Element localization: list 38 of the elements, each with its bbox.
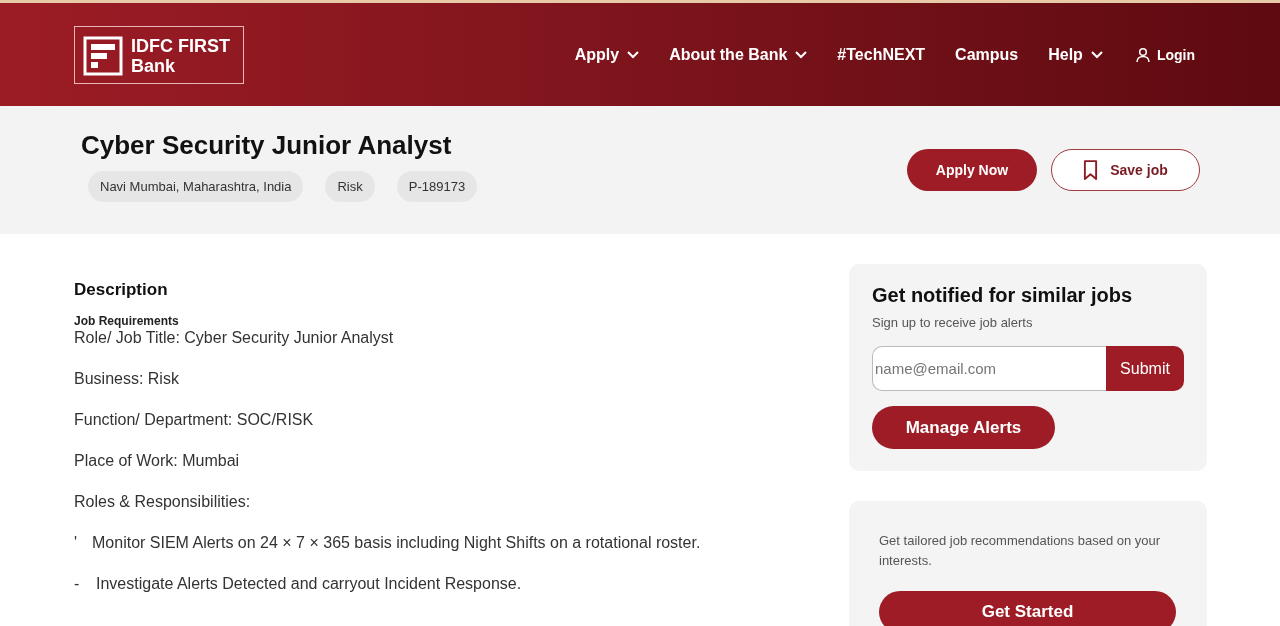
bullet-marker: ' xyxy=(74,533,78,552)
nav-link[interactable]: #TechNEXT xyxy=(837,45,926,64)
section-subheading: Job Requirements xyxy=(74,314,180,328)
nav-link[interactable]: Apply xyxy=(574,45,640,64)
description-text: Role/ Job Title: Cyber Security Junior Analyst xyxy=(74,328,395,347)
apply-now-button[interactable]: Apply Now xyxy=(907,149,1037,191)
description-text: Business: Risk xyxy=(74,369,180,388)
submit-button[interactable]: Submit xyxy=(1106,346,1184,391)
user-icon xyxy=(1134,46,1151,63)
chevron-down-icon xyxy=(1090,50,1103,59)
login-link[interactable]: Login xyxy=(1134,46,1195,63)
email-field[interactable]: name@email.com xyxy=(872,346,1106,391)
description-heading: Description xyxy=(74,280,169,300)
job-tag: Risk xyxy=(325,171,375,202)
card-title: Get notified for similar jobs xyxy=(872,284,1134,307)
bullet-text: Monitor SIEM Alerts on 24 × 7 × 365 basis including Night Shifts on a rotational roster. xyxy=(92,533,701,552)
chevron-down-icon xyxy=(795,50,808,59)
bullet-marker: - xyxy=(74,574,81,593)
bookmark-icon xyxy=(1083,159,1099,181)
logo-icon xyxy=(83,35,123,76)
manage-alerts-button[interactable]: Manage Alerts xyxy=(872,406,1055,449)
job-tag: P-189173 xyxy=(396,171,478,202)
description-text: Roles & Responsibilities: xyxy=(74,492,252,511)
chevron-down-icon xyxy=(627,50,640,59)
nav-link[interactable]: Help xyxy=(1048,45,1103,64)
save-job-button[interactable]: Save job xyxy=(1051,149,1200,191)
job-tag: Navi Mumbai, Maharashtra, India xyxy=(88,171,304,202)
bank-logo[interactable]: IDFC FIRST Bank xyxy=(74,25,244,84)
recommendation-text: Get tailored job recommendations based on your interests. xyxy=(879,532,1162,570)
nav-link[interactable]: Campus xyxy=(955,45,1019,64)
bullet-text: Investigate Alerts Detected and carryout Incident Response. xyxy=(96,574,522,593)
get-started-button[interactable]: Get Started xyxy=(879,591,1176,626)
card-subtitle: Sign up to receive job alerts xyxy=(872,315,1034,330)
logo-text: IDFC FIRST Bank xyxy=(131,35,230,76)
description-text: Function/ Department: SOC/RISK xyxy=(74,410,315,429)
nav-link[interactable]: About the Bank xyxy=(669,45,808,64)
job-title: Cyber Security Junior Analyst xyxy=(81,130,453,161)
description-text: Place of Work: Mumbai xyxy=(74,451,241,470)
